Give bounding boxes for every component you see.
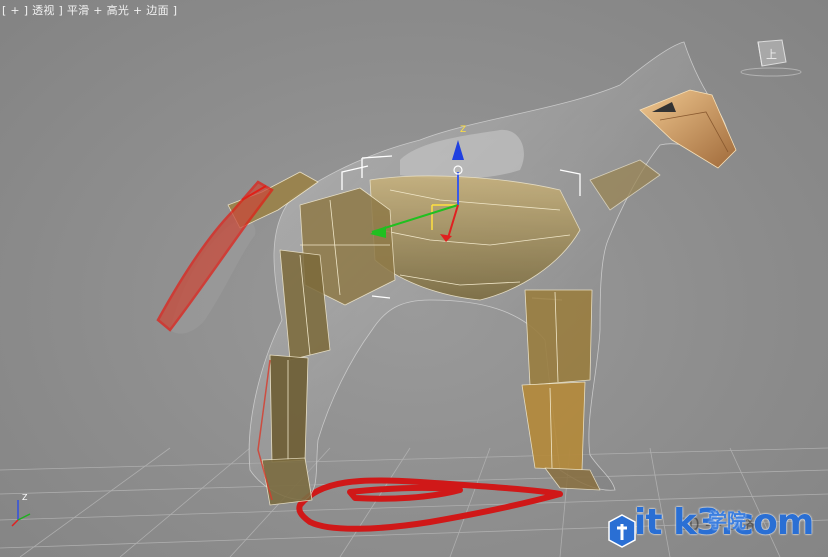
watermark-logo-icon	[608, 514, 636, 548]
ground-spline-selected	[296, 477, 563, 532]
viewport-label-menu[interactable]: [ + ] 透视 ] 平滑 + 高光 + 边面 ]	[2, 2, 177, 18]
watermark: 10 — 3路 it k3.com 学院	[608, 502, 818, 556]
gizmo-z-label: Z	[460, 125, 466, 135]
viewport-scene[interactable]: Z	[0, 0, 828, 557]
3d-viewport[interactable]: Z [ + ] 透视 ] 平滑 + 高光 + 边面 ] 上 Z 10 — 3路 …	[0, 0, 828, 557]
axis-tripod: Z	[8, 488, 38, 528]
axis-z-label: Z	[22, 493, 28, 502]
viewcube-face-label: 上	[766, 48, 777, 61]
viewcube[interactable]: 上	[740, 38, 802, 78]
watermark-sub-text: 学院	[708, 510, 747, 532]
tail-bone-selected	[156, 180, 274, 332]
